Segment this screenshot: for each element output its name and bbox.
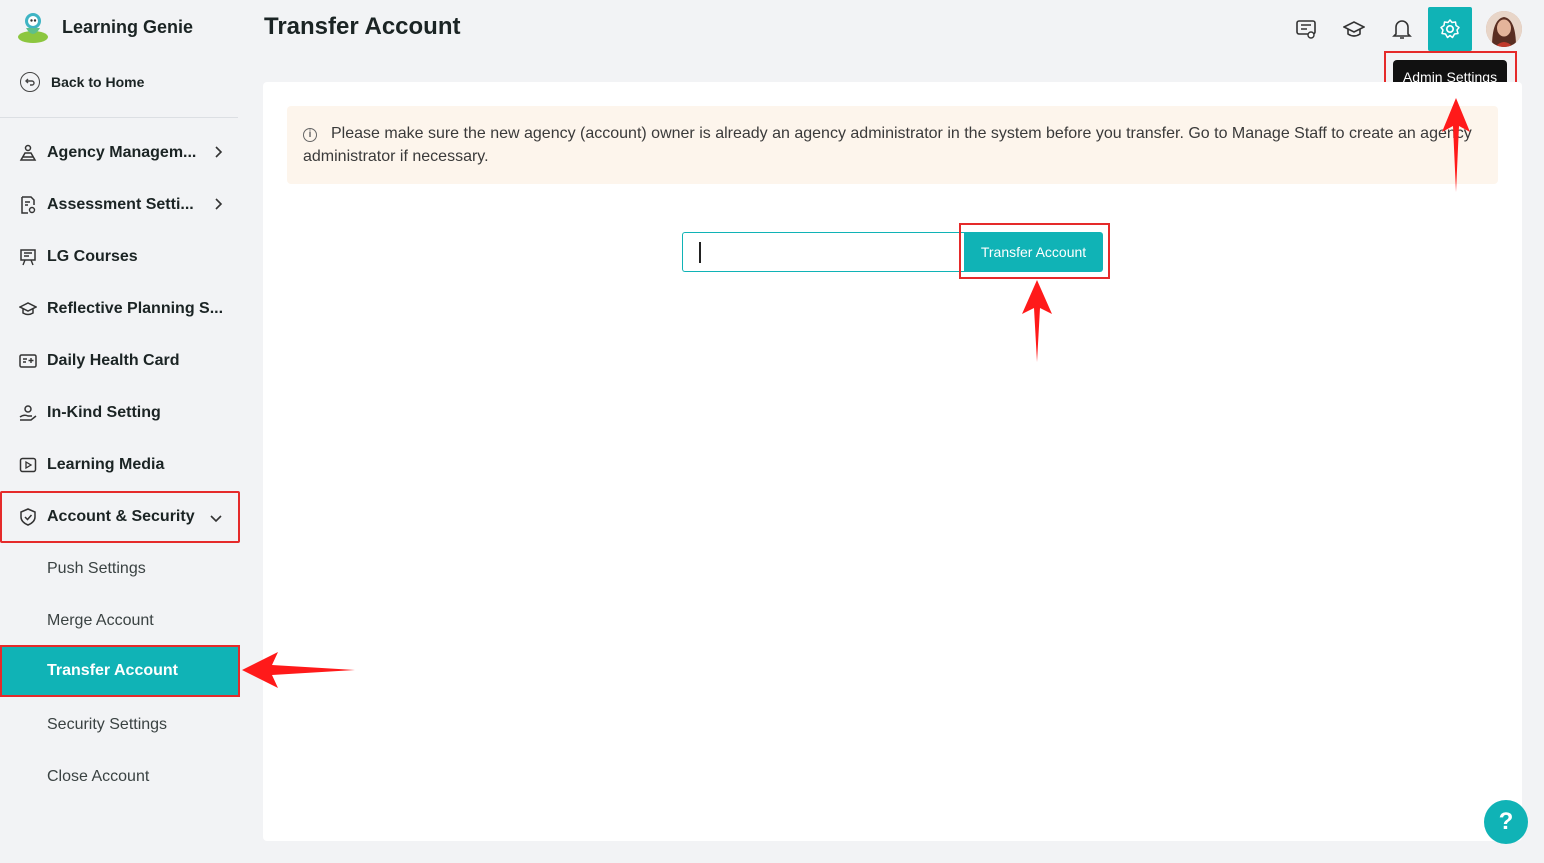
shield-icon xyxy=(18,507,38,527)
assessment-icon xyxy=(18,195,38,215)
sidebar-item-account-security[interactable]: Account & Security xyxy=(0,491,240,543)
chevron-right-icon xyxy=(215,198,223,210)
sidebar-subitem-security-settings[interactable]: Security Settings xyxy=(0,699,240,751)
sidebar-item-agency-management[interactable]: Agency Managem... xyxy=(0,127,240,179)
hand-icon xyxy=(18,403,38,423)
sidebar-subitem-close-account[interactable]: Close Account xyxy=(0,751,240,803)
notifications-button[interactable] xyxy=(1383,10,1421,48)
sidebar-subitem-label: Push Settings xyxy=(47,560,146,577)
sidebar: Learning Genie Back to Home Agency Manag… xyxy=(0,0,240,863)
sidebar-item-label: Account & Security xyxy=(47,508,195,525)
sidebar-item-daily-health-card[interactable]: Daily Health Card xyxy=(0,335,240,387)
annotation-arrow-left-icon xyxy=(242,652,355,688)
sidebar-item-assessment-settings[interactable]: Assessment Setti... xyxy=(0,179,240,231)
notice-banner: i Please make sure the new agency (accoun… xyxy=(287,106,1498,184)
sidebar-subitem-label: Security Settings xyxy=(47,716,168,733)
sidebar-item-lg-courses[interactable]: LG Courses xyxy=(0,231,240,283)
chevron-down-icon xyxy=(210,515,222,523)
sidebar-subitem-push-settings[interactable]: Push Settings xyxy=(0,543,240,595)
help-button[interactable]: ? xyxy=(1484,800,1528,844)
back-arrow-icon xyxy=(20,72,40,92)
graduation-cap-icon xyxy=(1343,21,1365,37)
sidebar-item-label: Learning Media xyxy=(47,456,165,473)
text-caret xyxy=(699,242,701,263)
user-photo-icon xyxy=(1486,11,1522,47)
annotation-arrow-up-icon xyxy=(1442,98,1470,192)
bell-icon xyxy=(1392,20,1412,39)
courses-button[interactable] xyxy=(1335,10,1373,48)
chevron-right-icon xyxy=(215,146,223,158)
graduation-cap-icon xyxy=(18,299,38,319)
sidebar-item-label: Daily Health Card xyxy=(47,352,180,369)
sidebar-item-label: LG Courses xyxy=(47,248,138,265)
admin-settings-button[interactable] xyxy=(1428,7,1472,51)
courses-icon xyxy=(18,247,38,267)
chat-icon xyxy=(1296,20,1316,39)
sidebar-item-learning-media[interactable]: Learning Media xyxy=(0,439,240,491)
transfer-account-input[interactable] xyxy=(682,232,964,272)
info-icon: i xyxy=(303,128,317,142)
highlight-box xyxy=(959,223,1110,279)
play-icon xyxy=(18,455,38,475)
app-logo[interactable]: Learning Genie xyxy=(16,10,193,44)
agency-icon xyxy=(18,143,38,163)
main-card xyxy=(263,82,1522,841)
sidebar-item-label: Agency Managem... xyxy=(47,144,197,161)
sidebar-divider xyxy=(0,117,238,118)
sidebar-item-reflective-planning[interactable]: Reflective Planning S... xyxy=(0,283,240,335)
gear-icon xyxy=(1440,19,1460,39)
page-title: Transfer Account xyxy=(264,13,461,40)
notice-text: Please make sure the new agency (account… xyxy=(303,125,1472,165)
sidebar-item-label: Assessment Setti... xyxy=(47,196,194,213)
app-name: Learning Genie xyxy=(62,16,194,37)
learning-genie-logo-icon xyxy=(18,13,48,43)
chat-button[interactable] xyxy=(1287,10,1325,48)
health-card-icon xyxy=(18,351,38,371)
sidebar-subitem-transfer-account[interactable]: Transfer Account xyxy=(0,645,240,697)
sidebar-subitem-merge-account[interactable]: Merge Account xyxy=(0,595,240,647)
back-to-home-label: Back to Home xyxy=(51,74,145,90)
sidebar-item-in-kind-setting[interactable]: In-Kind Setting xyxy=(0,387,240,439)
sidebar-subitem-label: Transfer Account xyxy=(47,662,178,679)
sidebar-item-label: Reflective Planning S... xyxy=(47,300,224,317)
sidebar-subitem-label: Close Account xyxy=(47,768,150,785)
avatar[interactable] xyxy=(1486,11,1522,47)
annotation-arrow-up-icon xyxy=(1022,280,1052,362)
sidebar-item-label: In-Kind Setting xyxy=(47,404,161,421)
sidebar-subitem-label: Merge Account xyxy=(47,612,154,629)
back-to-home-link[interactable]: Back to Home xyxy=(20,72,144,92)
